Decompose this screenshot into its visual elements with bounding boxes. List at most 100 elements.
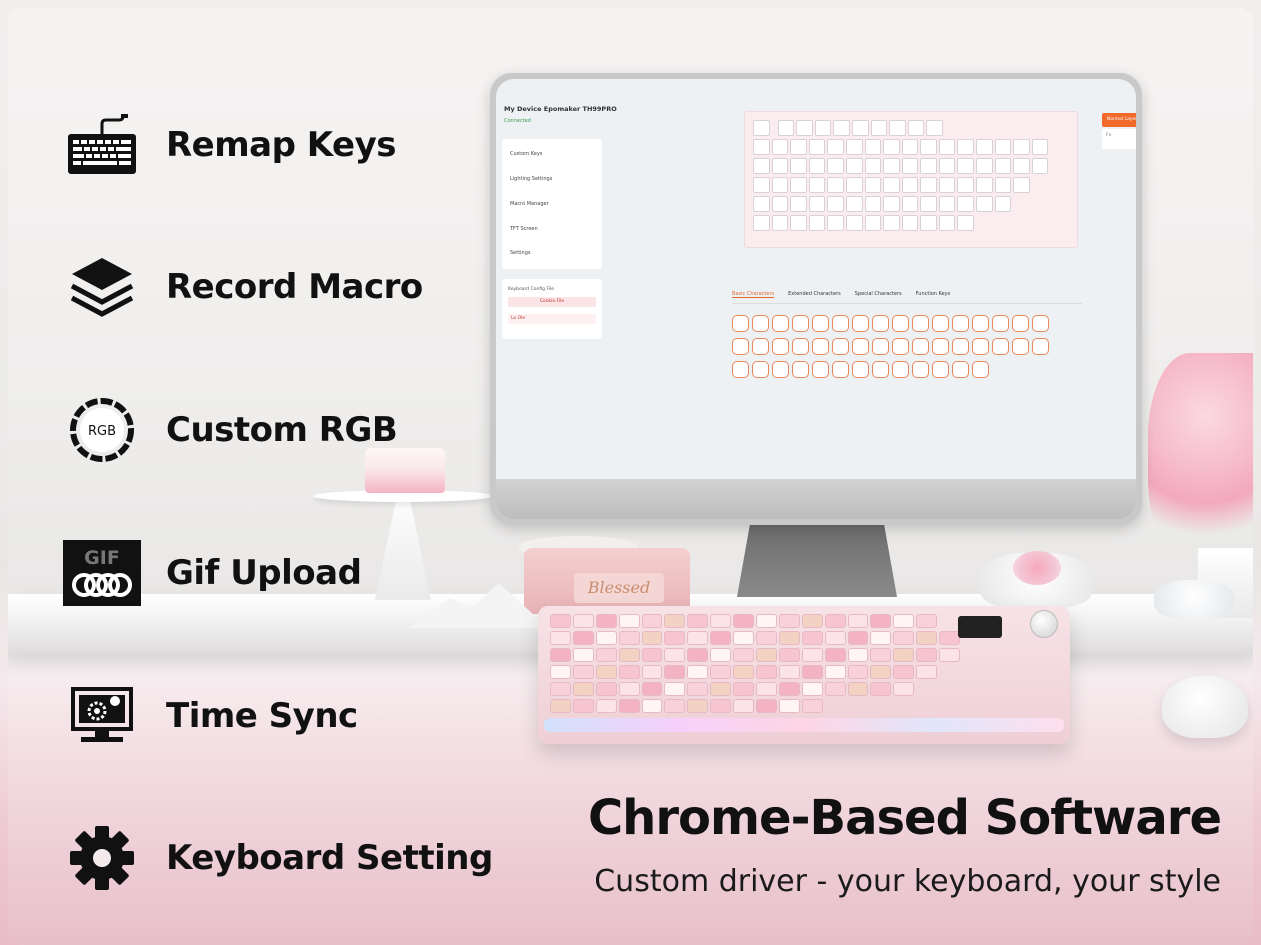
character-key[interactable] [992, 338, 1009, 355]
layout-key[interactable] [827, 196, 844, 212]
character-key[interactable] [732, 315, 749, 332]
layout-key[interactable] [957, 196, 975, 212]
layout-key[interactable] [808, 177, 826, 193]
layout-key[interactable] [771, 158, 789, 174]
layout-key[interactable] [851, 120, 869, 136]
layout-key[interactable] [920, 158, 937, 174]
character-key[interactable] [852, 338, 869, 355]
character-key[interactable] [832, 361, 849, 378]
layout-key[interactable] [845, 139, 863, 155]
character-key[interactable] [1012, 338, 1029, 355]
character-key[interactable] [912, 338, 929, 355]
character-key[interactable] [872, 361, 889, 378]
layout-key[interactable] [901, 196, 919, 212]
layout-key[interactable] [957, 177, 975, 193]
layout-key[interactable] [938, 215, 956, 231]
layout-key[interactable] [907, 120, 925, 136]
layout-key[interactable] [883, 215, 900, 231]
layout-key[interactable] [753, 196, 770, 212]
layout-key[interactable] [976, 177, 993, 193]
layout-key[interactable] [771, 215, 789, 231]
layout-key[interactable] [845, 196, 863, 212]
nav-custom-keys[interactable]: Custom Keys [510, 151, 542, 157]
layout-key[interactable] [901, 139, 919, 155]
character-key[interactable] [752, 361, 769, 378]
layout-key[interactable] [753, 139, 770, 155]
character-key[interactable] [972, 338, 989, 355]
layout-key[interactable] [1031, 158, 1049, 174]
character-key[interactable] [972, 361, 989, 378]
character-key[interactable] [812, 361, 829, 378]
layout-key[interactable] [976, 139, 993, 155]
layout-key[interactable] [814, 120, 832, 136]
layout-key[interactable] [790, 177, 807, 193]
layout-key[interactable] [864, 196, 882, 212]
layout-key[interactable] [827, 139, 844, 155]
layout-key[interactable] [777, 120, 795, 136]
layout-key[interactable] [808, 215, 826, 231]
layout-key[interactable] [808, 158, 826, 174]
tab-function-keys[interactable]: Function Keys [916, 291, 951, 298]
layer-button[interactable]: Normal Layer [1102, 113, 1136, 127]
layout-key[interactable] [845, 158, 863, 174]
layout-key[interactable] [994, 158, 1012, 174]
character-key[interactable] [1032, 338, 1049, 355]
tab-basic-characters[interactable]: Basic Characters [732, 291, 775, 298]
character-key[interactable] [792, 338, 809, 355]
layout-key[interactable] [889, 120, 906, 136]
layout-key[interactable] [1031, 139, 1049, 155]
character-key[interactable] [932, 315, 949, 332]
layout-key[interactable] [827, 215, 844, 231]
layout-key[interactable] [796, 120, 813, 136]
layout-key[interactable] [976, 196, 993, 212]
character-key[interactable] [952, 338, 969, 355]
layout-key[interactable] [753, 120, 770, 136]
layout-key[interactable] [1013, 177, 1030, 193]
character-key[interactable] [832, 315, 849, 332]
character-key[interactable] [852, 361, 869, 378]
layout-key[interactable] [753, 215, 770, 231]
layout-key[interactable] [845, 215, 863, 231]
layout-key[interactable] [808, 196, 826, 212]
layout-key[interactable] [920, 196, 937, 212]
character-key[interactable] [872, 338, 889, 355]
layout-key[interactable] [753, 158, 770, 174]
layout-key[interactable] [790, 139, 807, 155]
layout-key[interactable] [771, 196, 789, 212]
layout-key[interactable] [790, 158, 807, 174]
character-key[interactable] [772, 338, 789, 355]
character-key[interactable] [1012, 315, 1029, 332]
layout-key[interactable] [771, 177, 789, 193]
layout-key[interactable] [901, 215, 919, 231]
layout-key[interactable] [920, 215, 937, 231]
layout-key[interactable] [870, 120, 888, 136]
config-select[interactable]: Cookie.File [508, 297, 596, 307]
character-key[interactable] [1032, 315, 1049, 332]
character-key[interactable] [852, 315, 869, 332]
layout-key[interactable] [994, 177, 1012, 193]
layout-key[interactable] [901, 158, 919, 174]
character-key[interactable] [792, 361, 809, 378]
nav-tft-screen[interactable]: TFT Screen [510, 226, 538, 232]
layout-key[interactable] [1013, 158, 1030, 174]
layout-key[interactable] [827, 177, 844, 193]
layout-key[interactable] [883, 139, 900, 155]
layout-key[interactable] [753, 177, 770, 193]
character-key[interactable] [832, 338, 849, 355]
layout-key[interactable] [864, 158, 882, 174]
layout-key[interactable] [901, 177, 919, 193]
character-key[interactable] [792, 315, 809, 332]
layout-key[interactable] [938, 177, 956, 193]
layout-key[interactable] [883, 158, 900, 174]
layout-key[interactable] [994, 139, 1012, 155]
layout-key[interactable] [920, 177, 937, 193]
character-key[interactable] [992, 315, 1009, 332]
layout-key[interactable] [864, 215, 882, 231]
tab-special-characters[interactable]: Special Characters [855, 291, 902, 298]
character-key[interactable] [892, 361, 909, 378]
nav-macro-manager[interactable]: Macro Manager [510, 201, 549, 207]
layout-key[interactable] [883, 177, 900, 193]
layout-key[interactable] [864, 139, 882, 155]
character-key[interactable] [732, 338, 749, 355]
character-key[interactable] [872, 315, 889, 332]
